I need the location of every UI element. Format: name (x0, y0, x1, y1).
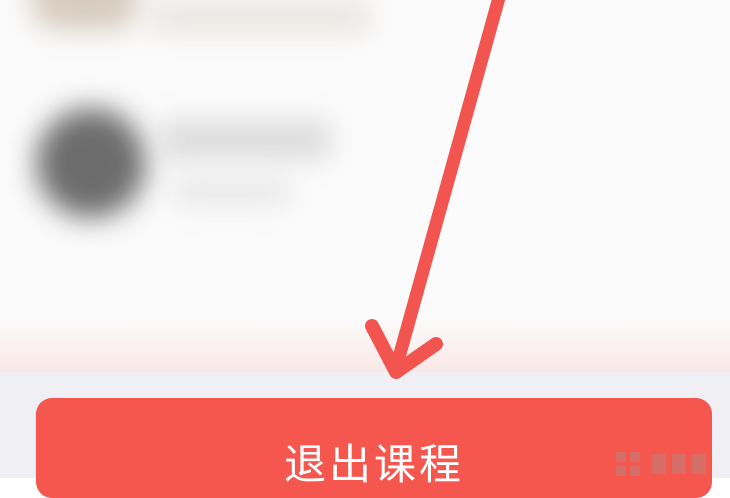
blurred-avatar (36, 108, 146, 218)
blurred-top-avatar (30, 0, 140, 30)
blurred-top-text (150, 0, 370, 34)
course-content-area (0, 0, 730, 372)
blurred-title-text (160, 120, 330, 160)
content-fade (0, 318, 730, 372)
watermark-logo-icon (616, 452, 706, 476)
exit-course-button[interactable]: 退出课程 (36, 398, 712, 498)
blurred-subtitle-text (170, 178, 290, 206)
